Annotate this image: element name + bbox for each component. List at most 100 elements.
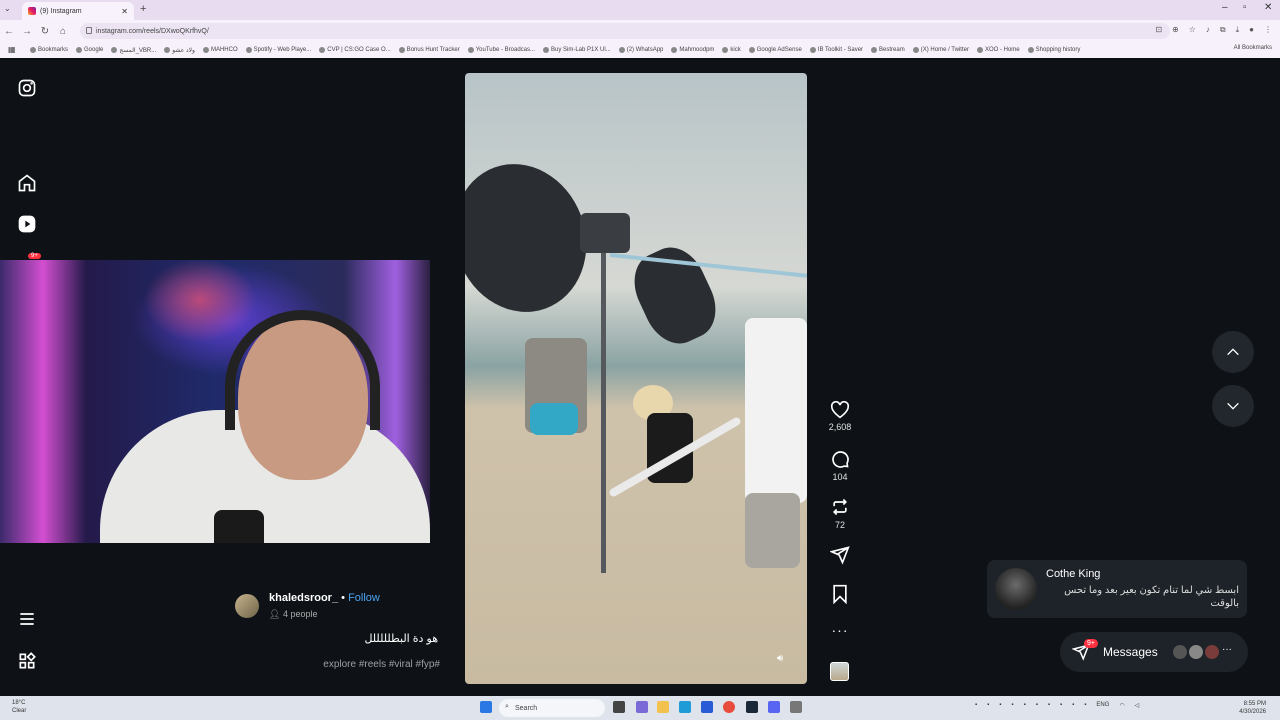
settings-icon[interactable] [790,701,802,713]
minimize-button[interactable]: – [1222,2,1228,13]
bookmark-item[interactable]: Bonus Hunt Tracker [398,47,460,53]
start-icon[interactable] [480,701,492,713]
new-tab-button[interactable]: + [140,3,146,15]
messages-button[interactable]: 9+ Messages ··· [1060,632,1248,672]
tray-icon[interactable]: ▪ [1084,702,1086,709]
bookmark-item[interactable]: Google [76,47,103,53]
download-icon[interactable]: ⤓ [1236,25,1240,35]
tray-icon[interactable]: ▪ [999,702,1001,709]
bookmark-item[interactable]: Shopping history [1027,47,1080,53]
zoom-icon[interactable]: ⊕ [1172,25,1179,35]
language-indicator[interactable]: ENG [1096,702,1109,709]
clock[interactable]: 8:55 PM 4/30/2026 [1239,700,1266,716]
tray-icon[interactable]: ▪ [987,702,989,709]
bookmark-item[interactable]: Buy Sim-Lab P1X Ul... [543,47,611,53]
author-username[interactable]: khaledsroor_ [269,592,338,604]
tray-icon[interactable]: ▪ [975,702,977,709]
taskbar-search[interactable]: ⌕ Search [499,699,605,717]
bookmark-item[interactable]: (2) WhatsApp [618,47,664,53]
tray-icon[interactable]: ▪ [1048,702,1050,709]
sender-avatar [995,568,1037,610]
reels-icon[interactable] [17,214,37,239]
tray-icon[interactable]: ▪ [1072,702,1074,709]
bookmark-item[interactable]: CVP | CS:GO Case O... [319,47,391,53]
save-button[interactable] [820,584,860,604]
bookmark-item[interactable]: Google AdSense [748,47,802,53]
edge-icon[interactable] [679,701,691,713]
task-view-icon[interactable] [613,701,625,713]
more-options-icon[interactable]: ··· [820,622,860,638]
webcam-overlay [0,260,430,543]
tab-list-icon[interactable]: ⌄ [4,4,11,13]
weather-widget[interactable]: 18°C Clear [12,699,26,715]
bookmark-item[interactable]: (X) Home / Twitter [912,47,969,53]
comment-count: 104 [832,472,848,482]
profile-avatar-icon[interactable]: ● [1249,25,1254,35]
bookmark-item[interactable]: ولاد عشو [164,47,195,54]
instagram-logo-icon[interactable] [17,78,37,103]
bookmark-favicon-icon [671,47,678,53]
bookmark-item[interactable]: Mahmoodpm [671,47,714,53]
more-menu-icon[interactable] [17,609,37,634]
apps-icon[interactable]: ▦ [8,45,16,54]
bookmark-item[interactable]: kick [722,47,741,53]
tray-icon[interactable]: ▪ [1036,702,1038,709]
tray-icon[interactable]: ▪ [1024,702,1026,709]
bookmark-item[interactable]: المسج_VBR... [111,47,156,54]
menu-icon[interactable]: ⋮ [1264,25,1272,35]
tagged-people[interactable]: 👤︎ 4 people [269,609,318,620]
reel-hashtags[interactable]: explore #reels #viral #fyp# [260,659,440,670]
bookmark-item[interactable]: YouTube - Broadcas... [467,47,535,53]
volume-icon[interactable]: ◁ [1135,702,1140,709]
site-info-icon[interactable] [86,27,92,34]
person-icon: 👤︎ [269,609,281,619]
author-avatar[interactable] [235,594,259,618]
also-from-meta-icon[interactable] [17,651,37,676]
close-window-button[interactable]: ✕ [1264,2,1272,13]
repost-button[interactable]: 72 [820,497,860,530]
tray-icon[interactable]: ▪ [1060,702,1062,709]
browser-tab[interactable]: (9) Instagram ✕ [22,2,134,20]
back-button[interactable]: ← [0,26,18,37]
messages-badge: 9+ [1084,639,1098,648]
bookmark-item[interactable]: MAHHCO [202,47,238,53]
bookmark-item[interactable]: Bestream [871,47,905,53]
follow-button[interactable]: Follow [348,592,380,604]
home-button[interactable]: ⌂ [54,26,72,37]
bookmark-favicon-icon [912,47,919,53]
mute-icon[interactable]: 🔊︎ [777,653,783,664]
read-aloud-icon[interactable]: ♪ [1206,25,1210,35]
like-button[interactable]: 2,608 [820,401,860,432]
tray-icon[interactable]: ▪ [1011,702,1013,709]
extensions-icon[interactable]: ⧉ [1220,25,1226,35]
discord-icon[interactable] [768,701,780,713]
bookmark-item[interactable]: Spotify - Web Playe... [245,47,311,53]
bookmark-item[interactable]: Bookmarks [30,47,68,53]
bookmark-label: ولاد عشو [172,47,195,54]
bookmark-label: (2) WhatsApp [626,47,664,53]
bookmark-star-icon[interactable]: ☆ [1189,25,1196,35]
url-field[interactable]: instagram.com/reels/DXwoQKrfhvQ/ [80,23,1170,39]
comment-button[interactable]: 104 [820,449,860,482]
previous-reel-button[interactable] [1212,331,1254,373]
bookmark-item[interactable]: XOO - Home [976,47,1020,53]
message-notification[interactable]: Cothe King ابسط شي لما تنام تكون بعير بع… [987,560,1247,618]
close-tab-icon[interactable]: ✕ [121,7,128,16]
all-bookmarks-button[interactable]: All Bookmarks [1234,45,1272,51]
reload-button[interactable]: ↻ [36,26,54,37]
maximize-button[interactable]: ▫ [1243,2,1247,13]
reel-video[interactable]: 🔊︎ [465,73,807,684]
store-icon[interactable] [701,701,713,713]
widgets-icon[interactable] [636,701,648,713]
audio-thumbnail[interactable] [830,662,849,681]
wifi-icon[interactable]: ◠ [1119,702,1124,709]
next-reel-button[interactable] [1212,385,1254,427]
share-button[interactable] [820,545,860,565]
install-icon[interactable]: ⊡ [1155,25,1162,35]
home-icon[interactable] [17,173,37,198]
forward-button[interactable]: → [18,26,36,37]
bookmark-item[interactable]: IB Toolkit - Saver [809,47,863,53]
steam-icon[interactable] [746,701,758,713]
file-explorer-icon[interactable] [657,701,669,713]
chrome-icon[interactable] [723,701,735,713]
